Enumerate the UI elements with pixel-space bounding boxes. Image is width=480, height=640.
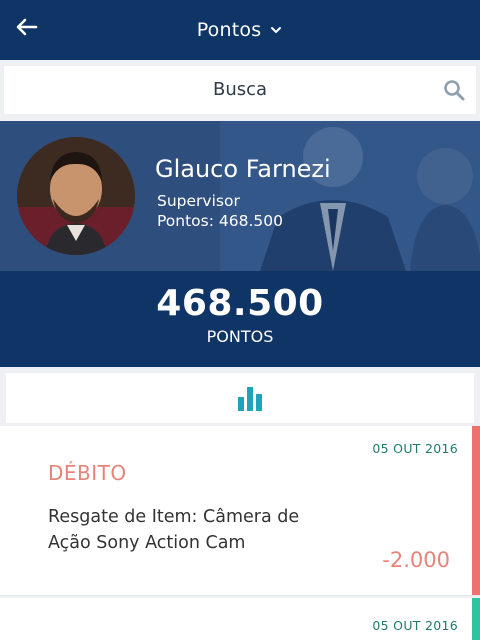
chevron-down-icon bbox=[269, 25, 283, 35]
bar-chart-icon[interactable] bbox=[236, 385, 264, 411]
entry-type: DÉBITO bbox=[48, 461, 127, 485]
list-item[interactable]: 05 OUT 2016 bbox=[0, 598, 480, 640]
profile-points: Pontos: 468.500 bbox=[157, 212, 283, 230]
search-bar[interactable]: Busca bbox=[4, 66, 476, 114]
avatar bbox=[17, 137, 135, 255]
top-app-bar: Pontos bbox=[0, 0, 480, 60]
entry-date: 05 OUT 2016 bbox=[372, 441, 458, 456]
total-points: 468.500 bbox=[156, 283, 324, 324]
search-icon[interactable] bbox=[442, 78, 466, 102]
points-summary: 468.500 PONTOS bbox=[0, 271, 480, 367]
list-item[interactable]: 05 OUT 2016 DÉBITO Resgate de Item: Câme… bbox=[0, 426, 480, 596]
profile-name: Glauco Farnezi bbox=[155, 155, 331, 183]
search-input[interactable]: Busca bbox=[4, 66, 476, 114]
page-title: Pontos bbox=[196, 19, 262, 41]
background-image bbox=[220, 121, 480, 271]
profile-banner: Glauco Farnezi Supervisor Pontos: 468.50… bbox=[0, 121, 480, 271]
status-stripe bbox=[472, 598, 480, 640]
total-points-label: PONTOS bbox=[206, 327, 274, 346]
title-dropdown[interactable]: Pontos bbox=[0, 0, 480, 60]
entry-date: 05 OUT 2016 bbox=[372, 618, 458, 633]
entry-description: Resgate de Item: Câmera de Ação Sony Act… bbox=[48, 507, 300, 553]
entry-amount: -2.000 bbox=[382, 548, 450, 572]
chart-toggle-bar[interactable] bbox=[6, 373, 474, 423]
profile-role: Supervisor bbox=[157, 192, 240, 210]
status-stripe bbox=[472, 426, 480, 595]
